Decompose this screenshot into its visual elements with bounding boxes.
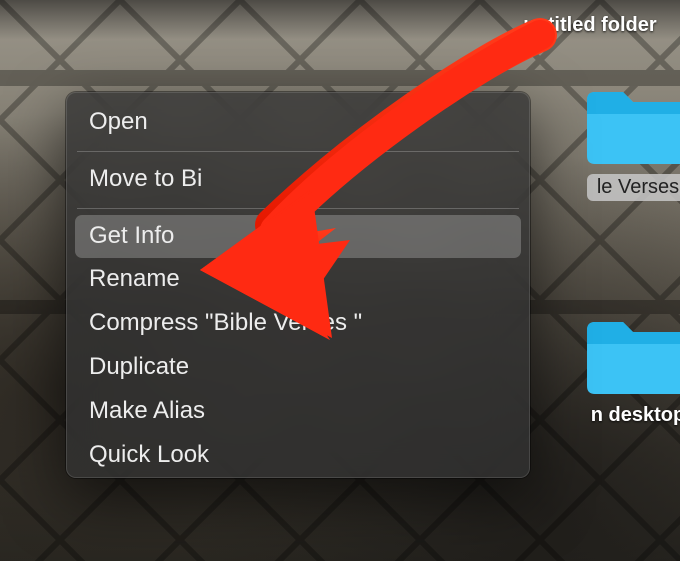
folder-label: untitled folder — [523, 14, 656, 37]
menu-open[interactable]: Open — [67, 101, 529, 145]
folder-label: le Verses — [587, 174, 680, 201]
folder-icon — [583, 80, 680, 168]
menu-separator — [77, 151, 519, 152]
folder-label: n desktop — [591, 404, 680, 427]
menu-move-to-bin[interactable]: Move to Bi — [67, 158, 529, 202]
menu-rename[interactable]: Rename — [67, 258, 529, 302]
menu-compress[interactable]: Compress "Bible Verses " — [67, 302, 529, 346]
folder-bible-verses[interactable]: le Verses — [578, 80, 680, 201]
folder-icon — [583, 310, 680, 398]
menu-get-info[interactable]: Get Info — [75, 215, 521, 259]
context-menu: Open Move to Bi Get Info Rename Compress… — [66, 92, 530, 478]
folder-untitled[interactable]: untitled folder — [490, 0, 680, 37]
folder-desktop[interactable]: n desktop — [578, 310, 680, 427]
menu-duplicate[interactable]: Duplicate — [67, 346, 529, 390]
menu-separator — [77, 208, 519, 209]
menu-make-alias[interactable]: Make Alias — [67, 390, 529, 434]
folder-icon — [535, 0, 645, 8]
menu-quick-look[interactable]: Quick Look — [67, 434, 529, 478]
